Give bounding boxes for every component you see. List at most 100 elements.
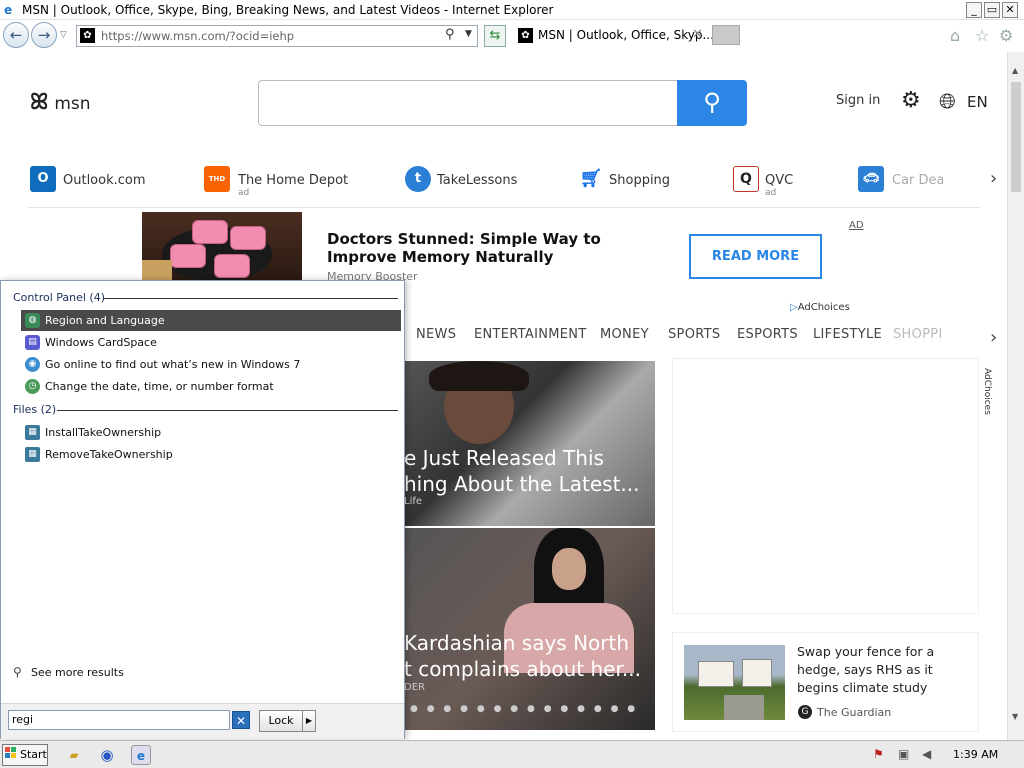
section-header-control-panel[interactable]: Control Panel (4) [13,291,105,304]
file-explorer-icon[interactable]: ▰ [64,745,84,765]
action-center-flag-icon[interactable]: ⚑ [873,747,884,761]
address-search-icon[interactable]: ⚲ [445,27,455,42]
internet-explorer-icon: e [4,3,13,17]
nav-shopping[interactable]: SHOPPI [893,327,943,342]
news-card-image[interactable] [684,645,785,720]
msn-logo-text: msn [54,94,91,114]
firefox-icon[interactable]: ◉ [97,745,117,765]
house-shape [742,659,772,687]
ad-image[interactable] [142,212,302,282]
minimize-button[interactable]: _ [966,2,982,18]
categories-next-chevron-icon[interactable]: › [990,327,997,348]
address-dropdown-icon[interactable]: ▼ [465,29,472,39]
quicklink-outlook[interactable]: O Outlook.com [30,166,160,196]
close-window-button[interactable]: ✕ [1002,2,1018,18]
forward-button[interactable]: → [31,22,57,48]
sponge-shape [214,254,250,278]
carousel-dots[interactable]: ● ● ● ● ● ● ● ● ● ● ● ● ● ● [410,704,638,714]
result-label: Go online to find out what’s new in Wind… [45,358,301,371]
takelessons-icon: t [405,166,431,192]
read-more-button[interactable]: READ MORE [689,234,822,279]
result-change-date-time-format[interactable]: ◷ Change the date, time, or number forma… [21,376,401,397]
start-menu: Control Panel (4) ◍ Region and Language … [0,280,405,739]
sign-in-link[interactable]: Sign in [836,93,880,108]
quicklink-home-depot[interactable]: THD The Home Depot ad [204,166,348,198]
clear-search-button[interactable]: ✕ [232,711,250,729]
guardian-logo-icon: G [798,705,812,719]
window-title: MSN | Outlook, Office, Skype, Bing, Brea… [22,3,554,17]
quicklink-label: The Home Depot [238,173,349,188]
result-whats-new-windows-7[interactable]: ◉ Go online to find out what’s new in Wi… [21,354,401,375]
quicklink-qvc[interactable]: Q QVC ad [733,166,803,198]
divider [28,207,980,208]
start-search-input[interactable]: regi [8,710,230,730]
result-region-and-language[interactable]: ◍ Region and Language [21,310,401,331]
section-header-files[interactable]: Files (2) [13,403,56,416]
tile-headline-line1: e Just Released This [404,446,604,470]
wood-shape [142,260,172,280]
nav-entertainment[interactable]: ENTERTAINMENT [474,327,587,342]
history-dropdown-icon[interactable]: ▽ [60,30,67,40]
msn-search-button[interactable]: ⚲ [677,80,747,126]
window-title-bar: e MSN | Outlook, Office, Skype, Bing, Br… [0,0,1024,20]
tab-msn[interactable]: ✿ MSN | Outlook, Office, Skyp... ✕ [514,24,714,48]
forward-arrow-icon: → [37,26,51,44]
tile-source: Life [404,496,423,507]
quicklinks-next-chevron-icon[interactable]: › [990,168,997,189]
tab-close-button[interactable]: ✕ [692,27,703,42]
internet-explorer-taskbar-icon[interactable]: e [131,745,151,765]
nav-news[interactable]: NEWS [416,327,456,342]
msn-search-input[interactable] [258,80,678,126]
start-search-row: regi ✕ Lock ▶ [1,703,404,739]
ad-headline[interactable]: Doctors Stunned: Simple Way to Improve M… [327,230,667,266]
news-card-headline[interactable]: Swap your fence for a hedge, says RHS as… [797,643,972,697]
result-label: Windows CardSpace [45,336,157,349]
scroll-up-icon[interactable]: ▲ [1012,66,1018,75]
back-button[interactable]: ← [3,22,29,48]
lock-button[interactable]: Lock [259,710,303,732]
adchoices-icon: ▷ [790,302,798,313]
ad-label[interactable]: AD [849,220,864,231]
settings-gear-icon[interactable]: ⚙ [901,88,921,113]
news-tile[interactable]: e Just Released This hing About the Late… [404,361,655,526]
tile-headline-line2: hing About the Latest... [404,472,640,496]
registry-file-icon: ▦ [25,447,40,462]
favorites-star-icon[interactable]: ☆ [975,26,989,45]
new-tab-button[interactable] [712,25,740,45]
tab-label: MSN | Outlook, Office, Skyp... [538,28,714,42]
maximize-button[interactable]: ▭ [984,2,1000,18]
page-scrollbar[interactable]: ▲ ▼ [1007,52,1024,740]
address-bar[interactable]: ✿ https://www.msn.com/?ocid=iehp ⚲ ▼ [76,25,478,47]
news-tile[interactable]: Kardashian says North t complains about … [404,528,655,730]
shutdown-options-button[interactable]: ▶ [302,710,316,732]
result-windows-cardspace[interactable]: ▤ Windows CardSpace [21,332,401,353]
quicklink-car-deal[interactable]: 🚗︎ Car Deal [858,166,943,196]
news-card-source: The Guardian [817,706,892,719]
network-icon[interactable]: ▣ [898,747,909,761]
quicklink-shopping[interactable]: 🛒︎ Shopping [578,166,670,196]
home-icon[interactable]: ⌂ [950,26,960,45]
address-url[interactable]: https://www.msn.com/?ocid=iehp [101,29,294,43]
quicklink-takelessons[interactable]: t TakeLessons [405,166,517,196]
nav-money[interactable]: MONEY [600,327,649,342]
result-remove-take-ownership[interactable]: ▦ RemoveTakeOwnership [21,444,401,465]
scroll-down-icon[interactable]: ▼ [1012,712,1018,721]
nav-sports[interactable]: SPORTS [668,327,720,342]
taskbar-clock[interactable]: 1:39 AM [953,748,998,761]
right-ad-slot[interactable] [672,358,979,614]
clock-globe-icon: ◷ [25,379,40,394]
adchoices-link[interactable]: ▷AdChoices [790,302,850,313]
triangle-right-icon: ▶ [305,716,313,725]
scrollbar-thumb[interactable] [1011,82,1021,192]
adchoices-vertical-link[interactable]: AdChoices [982,368,992,415]
language-label[interactable]: EN [967,93,988,111]
language-globe-icon[interactable]: 🌐︎ [939,89,956,114]
msn-logo[interactable]: ꕤ msn [30,90,91,115]
tools-gear-icon[interactable]: ⚙ [999,26,1013,45]
volume-icon[interactable]: ◀︎ [922,747,931,761]
nav-esports[interactable]: ESPORTS [737,327,798,342]
nav-lifestyle[interactable]: LIFESTYLE [813,327,882,342]
see-more-results-link[interactable]: See more results [31,666,124,679]
compatibility-refresh-button[interactable]: ⇆ [484,25,506,47]
result-install-take-ownership[interactable]: ▦ InstallTakeOwnership [21,422,401,443]
